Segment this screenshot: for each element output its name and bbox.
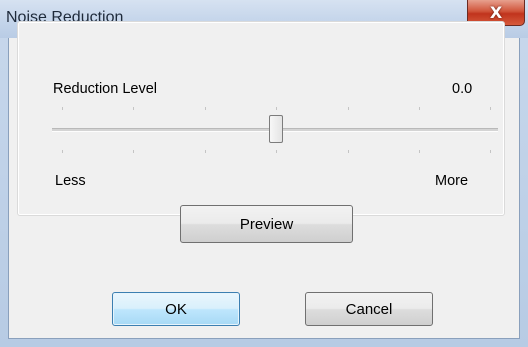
reduction-level-value: 0.0 — [452, 81, 473, 97]
slider-tick — [62, 150, 63, 153]
slider-tick — [276, 107, 277, 110]
slider-tick — [490, 150, 491, 153]
slider-tick — [276, 150, 277, 153]
slider-tick — [348, 107, 349, 110]
preview-button[interactable]: Preview — [180, 205, 353, 243]
reduction-level-group — [17, 21, 505, 216]
slider-tick — [205, 150, 206, 153]
noise-reduction-dialog: Noise Reduction X Reduction Level 0.0 Le… — [0, 0, 528, 347]
slider-tick — [348, 150, 349, 153]
slider-max-label: More — [435, 173, 469, 189]
slider-tick — [490, 107, 491, 110]
slider-thumb[interactable] — [269, 115, 283, 143]
slider-tick — [62, 107, 63, 110]
close-icon: X — [489, 3, 503, 22]
reduction-level-label: Reduction Level — [53, 81, 157, 97]
slider-min-label: Less — [55, 173, 86, 189]
slider-tick — [205, 107, 206, 110]
cancel-button[interactable]: Cancel — [305, 292, 433, 326]
slider-tick — [419, 107, 420, 110]
slider-tick — [133, 150, 134, 153]
ok-button[interactable]: OK — [112, 292, 240, 326]
slider-tick — [133, 107, 134, 110]
slider-tick — [419, 150, 420, 153]
